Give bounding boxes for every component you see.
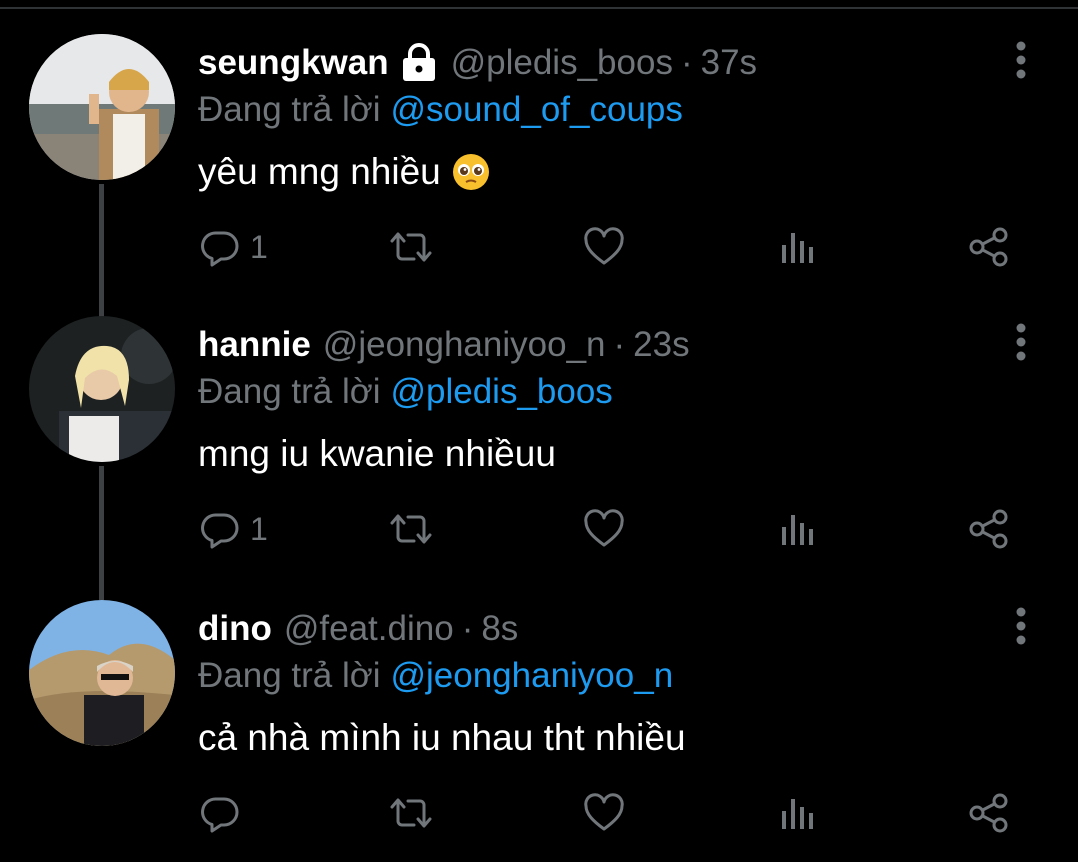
share-button[interactable] [968,504,1010,554]
lock-icon [399,43,439,83]
reply-to-handle[interactable]: @jeonghaniyoo_n [390,656,673,696]
reply-icon [200,509,240,549]
display-name[interactable]: seungkwan [198,43,389,83]
views-button[interactable] [778,504,818,554]
user-handle[interactable]: @jeonghaniyoo_n [323,325,606,365]
heart-icon [583,793,625,833]
share-button[interactable] [968,788,1010,838]
retweet-icon [387,509,435,549]
tweet-text: mng iu kwanie nhiềuu [198,430,556,478]
reply-icon [200,227,240,267]
reply-count: 1 [250,228,268,265]
replying-to: Đang trả lời @pledis_boos [198,370,613,414]
reply-prefix: Đang trả lời [198,656,381,695]
analytics-icon [778,227,818,267]
avatar[interactable] [29,600,175,746]
views-button[interactable] [778,222,818,272]
more-vertical-icon[interactable] [1006,40,1036,80]
action-bar [0,788,1078,838]
tweet-text-content: mng iu kwanie nhiềuu [198,433,556,474]
tweet-header: hannie @jeonghaniyoo_n · 23s [198,320,690,370]
like-button[interactable] [583,788,625,838]
retweet-icon [387,227,435,267]
tweet-text-content: cả nhà mình iu nhau tht nhiều [198,717,686,758]
display-name[interactable]: dino [198,609,272,649]
timestamp[interactable]: 23s [633,325,689,365]
reply-count: 1 [250,510,268,547]
replying-to: Đang trả lời @sound_of_coups [198,88,683,132]
tweet-text: yêu mng nhiều [198,148,491,196]
more-vertical-icon[interactable] [1006,606,1036,646]
reply-prefix: Đang trả lời [198,90,381,129]
timestamp[interactable]: 37s [701,43,757,83]
views-button[interactable] [778,788,818,838]
reply-button[interactable]: 1 [200,222,268,272]
reply-button[interactable]: 1 [200,504,268,554]
avatar[interactable] [29,34,175,180]
analytics-icon [778,793,818,833]
retweet-icon [387,793,435,833]
user-handle[interactable]: @feat.dino [284,609,454,649]
action-bar: 1 [0,504,1078,554]
tweet[interactable]: seungkwan @pledis_boos · 37s Đang trả lờ… [0,0,1078,284]
replying-to: Đang trả lời @jeonghaniyoo_n [198,654,673,698]
tweet-header: dino @feat.dino · 8s [198,604,518,654]
tweet-header: seungkwan @pledis_boos · 37s [198,38,757,88]
more-vertical-icon[interactable] [1006,322,1036,362]
reply-to-handle[interactable]: @sound_of_coups [390,90,682,130]
retweet-button[interactable] [387,504,435,554]
reply-button[interactable] [200,788,250,838]
pleading-face-emoji-icon [451,152,491,192]
share-icon [968,226,1010,268]
analytics-icon [778,509,818,549]
reply-prefix: Đang trả lời [198,372,381,411]
tweet[interactable]: hannie @jeonghaniyoo_n · 23s Đang trả lờ… [0,282,1078,566]
share-button[interactable] [968,222,1010,272]
reply-to-handle[interactable]: @pledis_boos [390,372,612,412]
tweet[interactable]: dino @feat.dino · 8s Đang trả lời @jeong… [0,566,1078,850]
like-button[interactable] [583,504,625,554]
separator-dot: · [461,609,474,648]
display-name[interactable]: hannie [198,325,311,365]
action-bar: 1 [0,222,1078,272]
share-icon [968,792,1010,834]
timestamp[interactable]: 8s [481,609,518,649]
share-icon [968,508,1010,550]
separator-dot: · [613,325,626,364]
heart-icon [583,509,625,549]
like-button[interactable] [583,222,625,272]
separator-dot: · [680,43,693,82]
retweet-button[interactable] [387,222,435,272]
heart-icon [583,227,625,267]
tweet-text-content: yêu mng nhiều [198,151,441,192]
user-handle[interactable]: @pledis_boos [451,43,673,83]
avatar[interactable] [29,316,175,462]
retweet-button[interactable] [387,788,435,838]
reply-icon [200,793,240,833]
tweet-text: cả nhà mình iu nhau tht nhiều [198,714,686,762]
